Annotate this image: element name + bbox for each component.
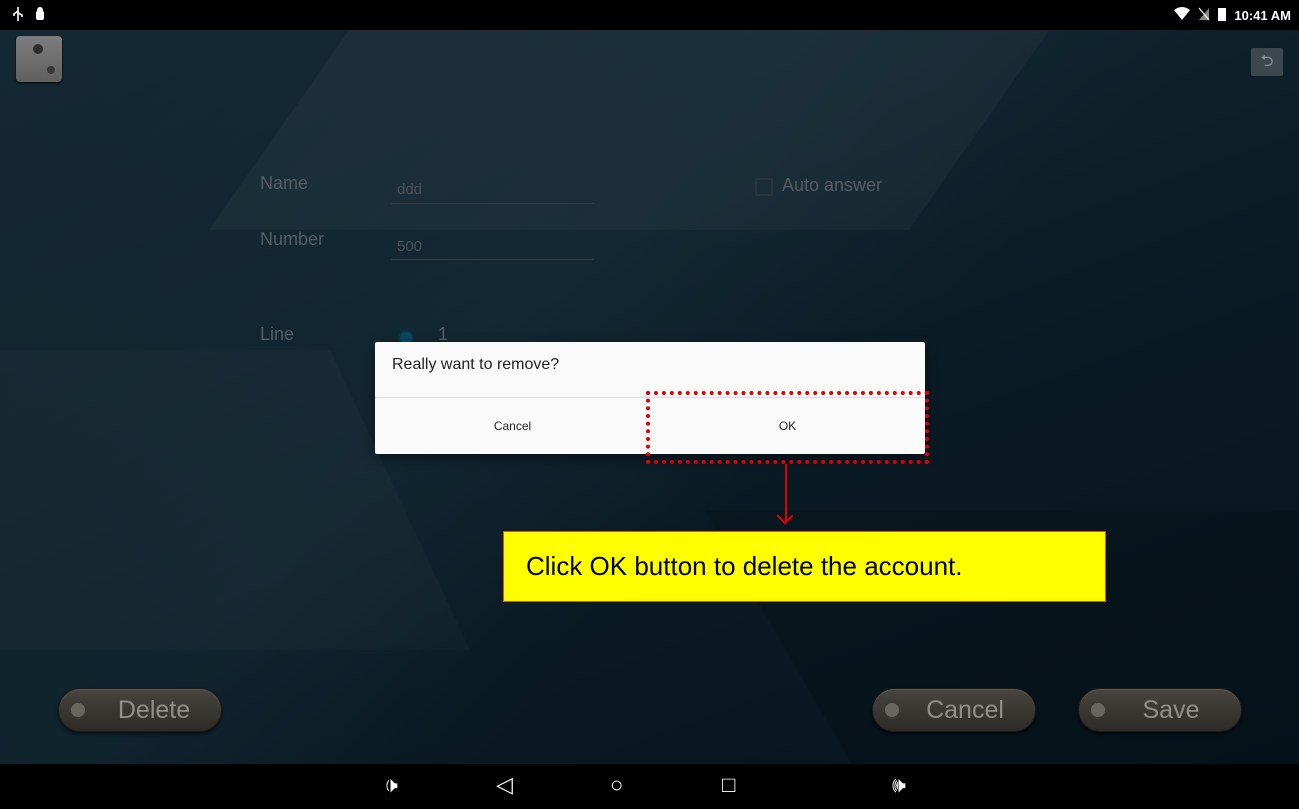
- instruction-callout: Click OK button to delete the account.: [503, 531, 1106, 602]
- recents-icon[interactable]: □: [722, 774, 735, 796]
- back-icon[interactable]: ◁: [496, 774, 513, 796]
- android-debug-icon: [34, 6, 46, 25]
- dialog-cancel-button[interactable]: Cancel: [375, 398, 650, 454]
- no-sim-icon: [1198, 7, 1210, 24]
- volume-down-icon[interactable]: 🕩: [384, 774, 398, 796]
- home-icon[interactable]: ○: [610, 774, 623, 796]
- navigation-bar: 🕩 ◁ ○ □ 🕪: [0, 764, 1299, 809]
- ok-highlight-box: [646, 391, 929, 464]
- status-time: 10:41 AM: [1234, 8, 1291, 23]
- usb-icon: [12, 6, 24, 25]
- dialog-title: Really want to remove?: [392, 356, 560, 373]
- status-bar: 10:41 AM: [0, 0, 1299, 30]
- wifi-icon: [1174, 7, 1191, 24]
- volume-up-icon[interactable]: 🕪: [892, 774, 906, 796]
- callout-text: Click OK button to delete the account.: [526, 551, 963, 581]
- battery-icon: [1218, 7, 1227, 24]
